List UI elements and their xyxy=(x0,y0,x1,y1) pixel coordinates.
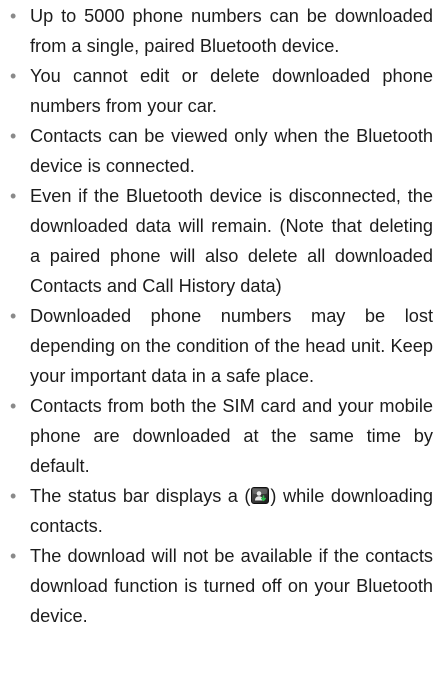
note-item: • Downloaded phone numbers may be lost d… xyxy=(0,301,441,391)
note-item: • Even if the Bluetooth device is discon… xyxy=(0,181,441,301)
bullet-icon: • xyxy=(10,66,17,86)
bullet-icon: • xyxy=(10,486,17,506)
bullet-icon: • xyxy=(10,396,17,416)
note-text: Up to 5000 phone numbers can be download… xyxy=(30,6,433,56)
note-item: • The download will not be available if … xyxy=(0,541,441,631)
note-text: Downloaded phone numbers may be lost dep… xyxy=(30,306,433,386)
bullet-icon: • xyxy=(10,546,17,566)
notes-list: • Up to 5000 phone numbers can be downlo… xyxy=(0,0,441,631)
bullet-icon: • xyxy=(10,186,17,206)
note-text: The download will not be available if th… xyxy=(30,546,433,626)
bullet-icon: • xyxy=(10,306,17,326)
note-item: • Up to 5000 phone numbers can be downlo… xyxy=(0,1,441,61)
note-item: • The status bar displays a ( ) while do… xyxy=(0,481,441,541)
note-item: • You cannot edit or delete downloaded p… xyxy=(0,61,441,121)
bullet-icon: • xyxy=(10,6,17,26)
contacts-download-status-icon xyxy=(251,487,270,504)
note-text: Contacts can be viewed only when the Blu… xyxy=(30,126,433,176)
note-item: • Contacts from both the SIM card and yo… xyxy=(0,391,441,481)
bullet-icon: • xyxy=(10,126,17,146)
note-text: Even if the Bluetooth device is disconne… xyxy=(30,186,433,296)
note-text: You cannot edit or delete downloaded pho… xyxy=(30,66,433,116)
note-text-before-icon: The status bar displays a ( xyxy=(30,486,251,506)
note-text: Contacts from both the SIM card and your… xyxy=(30,396,433,476)
note-item: • Contacts can be viewed only when the B… xyxy=(0,121,441,181)
